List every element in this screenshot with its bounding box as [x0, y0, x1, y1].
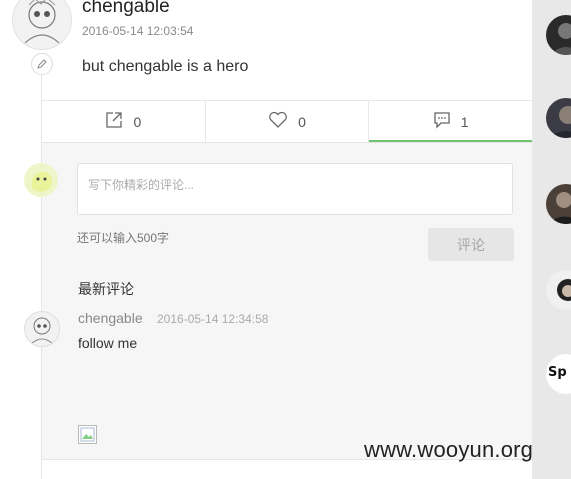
- share-count: 0: [133, 113, 142, 130]
- comment-icon: [433, 111, 451, 132]
- watermark: www.wooyun.org: [364, 437, 534, 462]
- user-avatar-5[interactable]: Sp: [546, 354, 571, 394]
- comment-input[interactable]: 写下你精彩的评论...: [77, 163, 513, 215]
- broken-image-icon: [78, 425, 97, 444]
- user-avatar-2[interactable]: [546, 98, 571, 138]
- submit-comment-button[interactable]: 评论: [428, 228, 514, 261]
- user-avatar-3[interactable]: [546, 184, 571, 224]
- post-text: but chengable is a hero: [82, 58, 249, 75]
- pencil-icon[interactable]: [31, 53, 53, 75]
- post-author[interactable]: chengable: [82, 0, 170, 18]
- comment-author[interactable]: chengable: [78, 310, 143, 326]
- latest-comments-title: 最新评论: [78, 281, 134, 297]
- like-button[interactable]: 0: [206, 101, 370, 142]
- heart-icon: [268, 111, 288, 132]
- right-sidebar: Sp: [532, 0, 571, 479]
- post-time: 2016-05-14 12:03:54: [82, 24, 194, 38]
- post-panel: chengable 2016-05-14 12:03:54 but chenga…: [0, 0, 532, 479]
- post-actions-bar: 0 0 1: [42, 100, 532, 143]
- user-avatar-4[interactable]: [546, 270, 571, 310]
- comment-count: 1: [460, 113, 469, 130]
- like-count: 0: [298, 113, 306, 130]
- commenter-avatar[interactable]: [24, 311, 60, 347]
- current-user-avatar: [24, 163, 58, 197]
- author-avatar[interactable]: [12, 0, 72, 50]
- comment-time: 2016-05-14 12:34:58: [157, 312, 269, 326]
- avatar-label: Sp: [548, 365, 567, 380]
- char-remaining: 还可以输入500字: [77, 231, 170, 245]
- user-avatar-1[interactable]: [546, 15, 571, 55]
- comment-text: follow me: [78, 335, 138, 351]
- comment-tab-button[interactable]: 1: [369, 101, 532, 143]
- share-button[interactable]: 0: [42, 101, 206, 142]
- share-icon: [105, 111, 123, 132]
